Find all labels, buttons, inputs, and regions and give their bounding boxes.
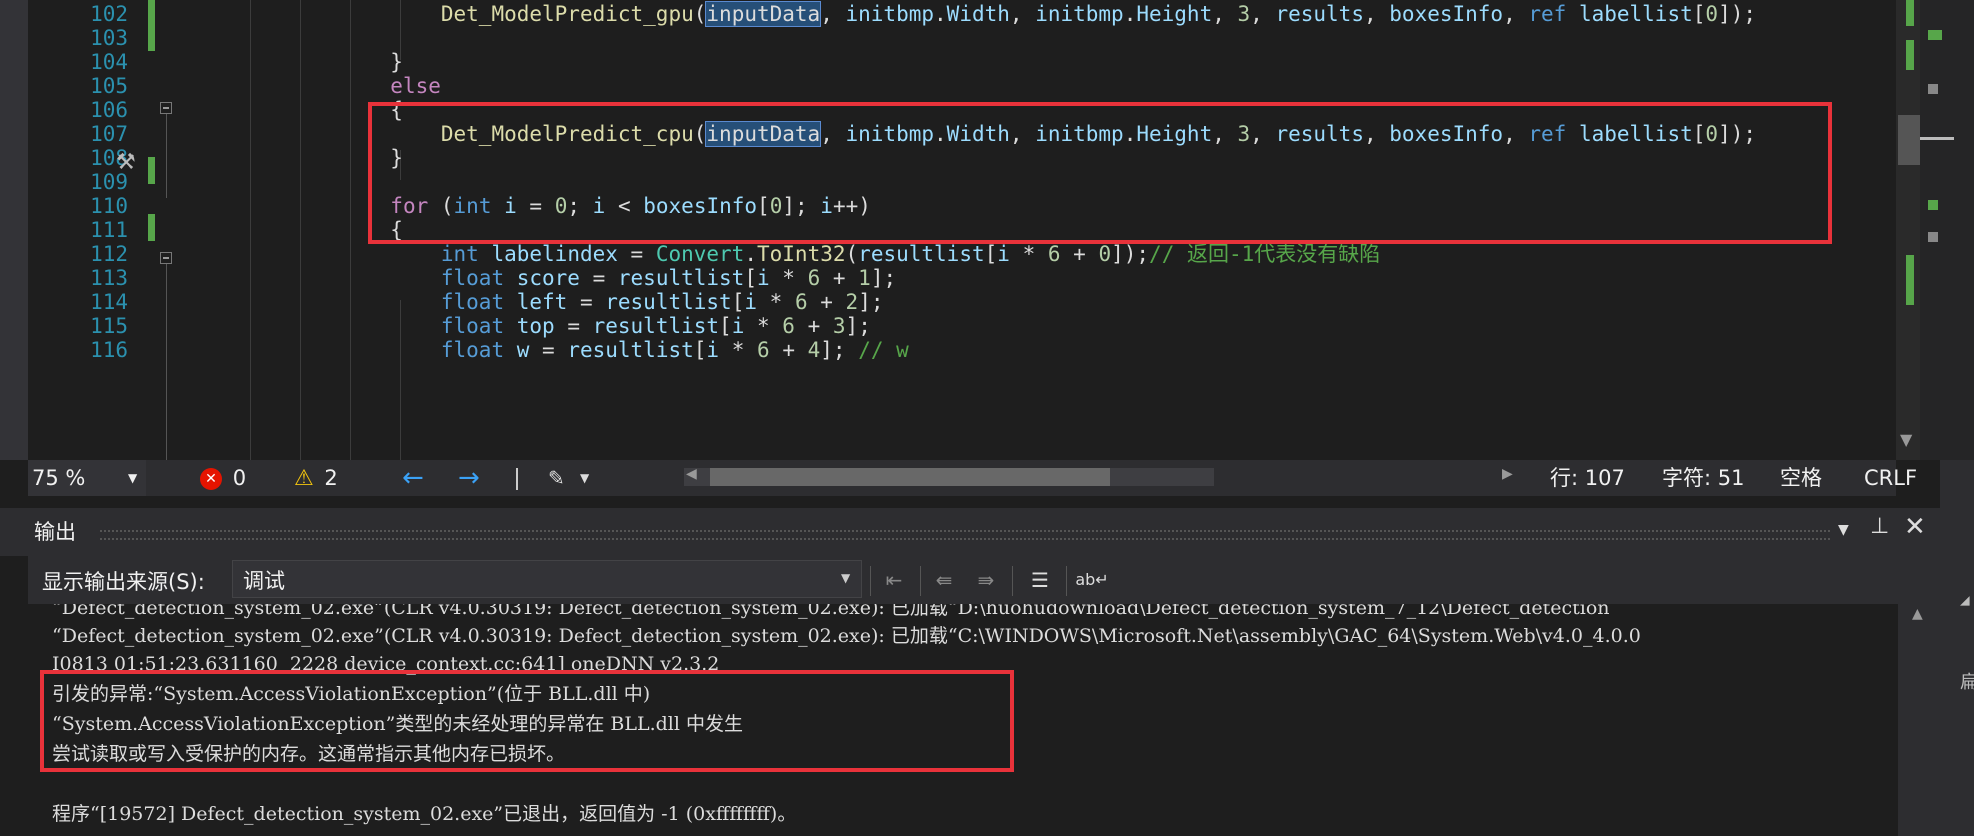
scroll-thumb[interactable] [1898,115,1920,165]
code-token: * [719,338,758,362]
code-line[interactable]: Det_ModelPredict_gpu(inputData, initbmp.… [188,0,1756,29]
code-token: ( [693,2,707,26]
warning-count-button[interactable]: ⚠ 2 [294,460,338,496]
output-line: “Defect_detection_system_02.exe”(CLR v4.… [52,625,1641,647]
indent-mode[interactable]: 空格 [1780,460,1822,496]
code-token: [ [984,242,998,266]
output-text-area[interactable]: “Defect_detection_system_02.exe”(CLR v4.… [28,604,1898,836]
code-token: Det_ModelPredict_gpu [440,2,694,26]
brush-dropdown-arrow-icon[interactable]: ▼ [580,460,589,496]
zoom-level: 75 % [32,466,86,490]
warning-icon: ⚠ [294,466,314,491]
code-token: ref [1528,2,1579,26]
next-message-icon[interactable]: ⇛ [968,562,1004,598]
nav-back-icon[interactable]: ← [402,460,424,496]
far-right-panel: 扁 ◢ [1940,460,1974,836]
code-token: Height [1136,2,1213,26]
code-line[interactable]: float w = resultlist[i * 6 + 4]; // w [188,335,909,365]
code-token: 6 [757,338,770,362]
scroll-up-arrow-icon[interactable]: ▲ [1912,606,1923,622]
code-token: initbmp [845,2,935,26]
code-token: i [706,338,720,362]
error-count: 0 [232,466,247,490]
horizontal-scroll-thumb[interactable] [710,468,1110,486]
code-token: = [529,338,568,362]
annotation-box-cpu-call [368,102,1832,244]
code-token: initbmp [1035,2,1124,26]
code-token: // 返回-1代表没有缺陷 [1149,242,1381,266]
output-source-select[interactable]: 调试 ▼ [232,560,862,598]
code-token: results [1275,2,1364,26]
code-token: 0 [1705,2,1719,26]
code-token: ]); [1718,2,1756,26]
code-token: ]); [1111,242,1150,266]
brush-icon[interactable]: ✎ [548,460,565,496]
output-toolbar: 显示输出来源(S): 调试 ▼ ⇤ ⇚ ⇛ ☰ ab↵ [28,556,1940,604]
warning-count: 2 [324,466,338,490]
code-token: , [1212,2,1238,26]
clear-all-icon[interactable]: ☰ [1022,562,1058,598]
line-ending[interactable]: CRLF [1864,460,1917,496]
code-token: . [934,2,947,26]
code-token: // w [858,338,909,362]
code-token: labellist [1578,2,1693,26]
code-token: * [1009,242,1048,266]
dropdown-arrow-icon: ▼ [841,571,851,585]
code-token: , [1009,2,1036,26]
zoom-dropdown[interactable]: 75 % ▼ [28,460,146,496]
code-editor[interactable]: 102 103 104 105 106 107 108 109 110 111 112 113 114 1… [0,0,1974,460]
highlighted-identifier: inputData [705,1,822,27]
scroll-down-arrow-icon[interactable]: ▼ [1900,430,1912,449]
error-count-button[interactable]: ✕ 0 [200,460,246,496]
code-token: 6 [1047,242,1061,266]
code-token: , [1503,2,1529,26]
code-token: + [769,338,808,362]
code-token: + [1060,242,1099,266]
code-token: , [820,2,846,26]
output-title: 输出 [34,520,76,544]
code-token: Width [946,2,1010,26]
code-token: [ [1692,2,1706,26]
code-token: i [997,242,1010,266]
output-panel-header: 输出 ▼ ⊥ ✕ [0,508,1940,556]
code-token: float [440,338,505,362]
output-line: 程序“[19572] Defect_detection_system_02.ex… [52,803,797,825]
code-token: boxesInfo [1389,2,1504,26]
annotation-box-exception [40,670,1014,772]
code-token: 4 [807,338,821,362]
code-token: . [1123,2,1137,26]
caret-char[interactable]: 字符: 51 [1662,460,1744,496]
right-tool-panel [1920,0,1974,460]
word-wrap-icon[interactable]: ab↵ [1074,562,1110,598]
output-source-label: 显示输出来源(S): [42,570,205,594]
code-token: ]; [820,338,859,362]
horizontal-scrollbar[interactable]: ◀ ▶ [684,466,1513,486]
panel-menu-arrow-icon[interactable]: ▼ [1838,522,1849,538]
code-token: , [1250,2,1276,26]
dropdown-arrow-icon: ▼ [128,471,138,485]
code-token: , [1363,2,1390,26]
output-line: “Defect_detection_system_02.exe”(CLR v4.… [52,604,1610,619]
caret-line[interactable]: 行: 107 [1550,460,1625,496]
output-source-value: 调试 [243,569,285,593]
code-token: 3 [1237,2,1251,26]
code-token: [ [693,338,707,362]
pin-icon[interactable]: ⊥ [1870,514,1889,539]
editor-vertical-scrollbar[interactable]: ▼ [1896,0,1920,460]
editor-status-bar: 75 % ▼ ✕ 0 ⚠ 2 ← → ✎ ▼ ◀ ▶ 行: 107 字符: 51… [28,460,1917,496]
nav-forward-icon[interactable]: → [458,460,480,496]
error-icon: ✕ [200,468,222,490]
code-token: w [504,338,530,362]
close-icon[interactable]: ✕ [1904,512,1926,542]
code-token: resultlist [567,338,694,362]
code-token: 0 [1098,242,1112,266]
prev-message-icon[interactable]: ⇚ [926,562,962,598]
output-vertical-scrollbar[interactable]: ▲ [1898,604,1940,836]
goto-line-icon[interactable]: ⇤ [876,562,912,598]
